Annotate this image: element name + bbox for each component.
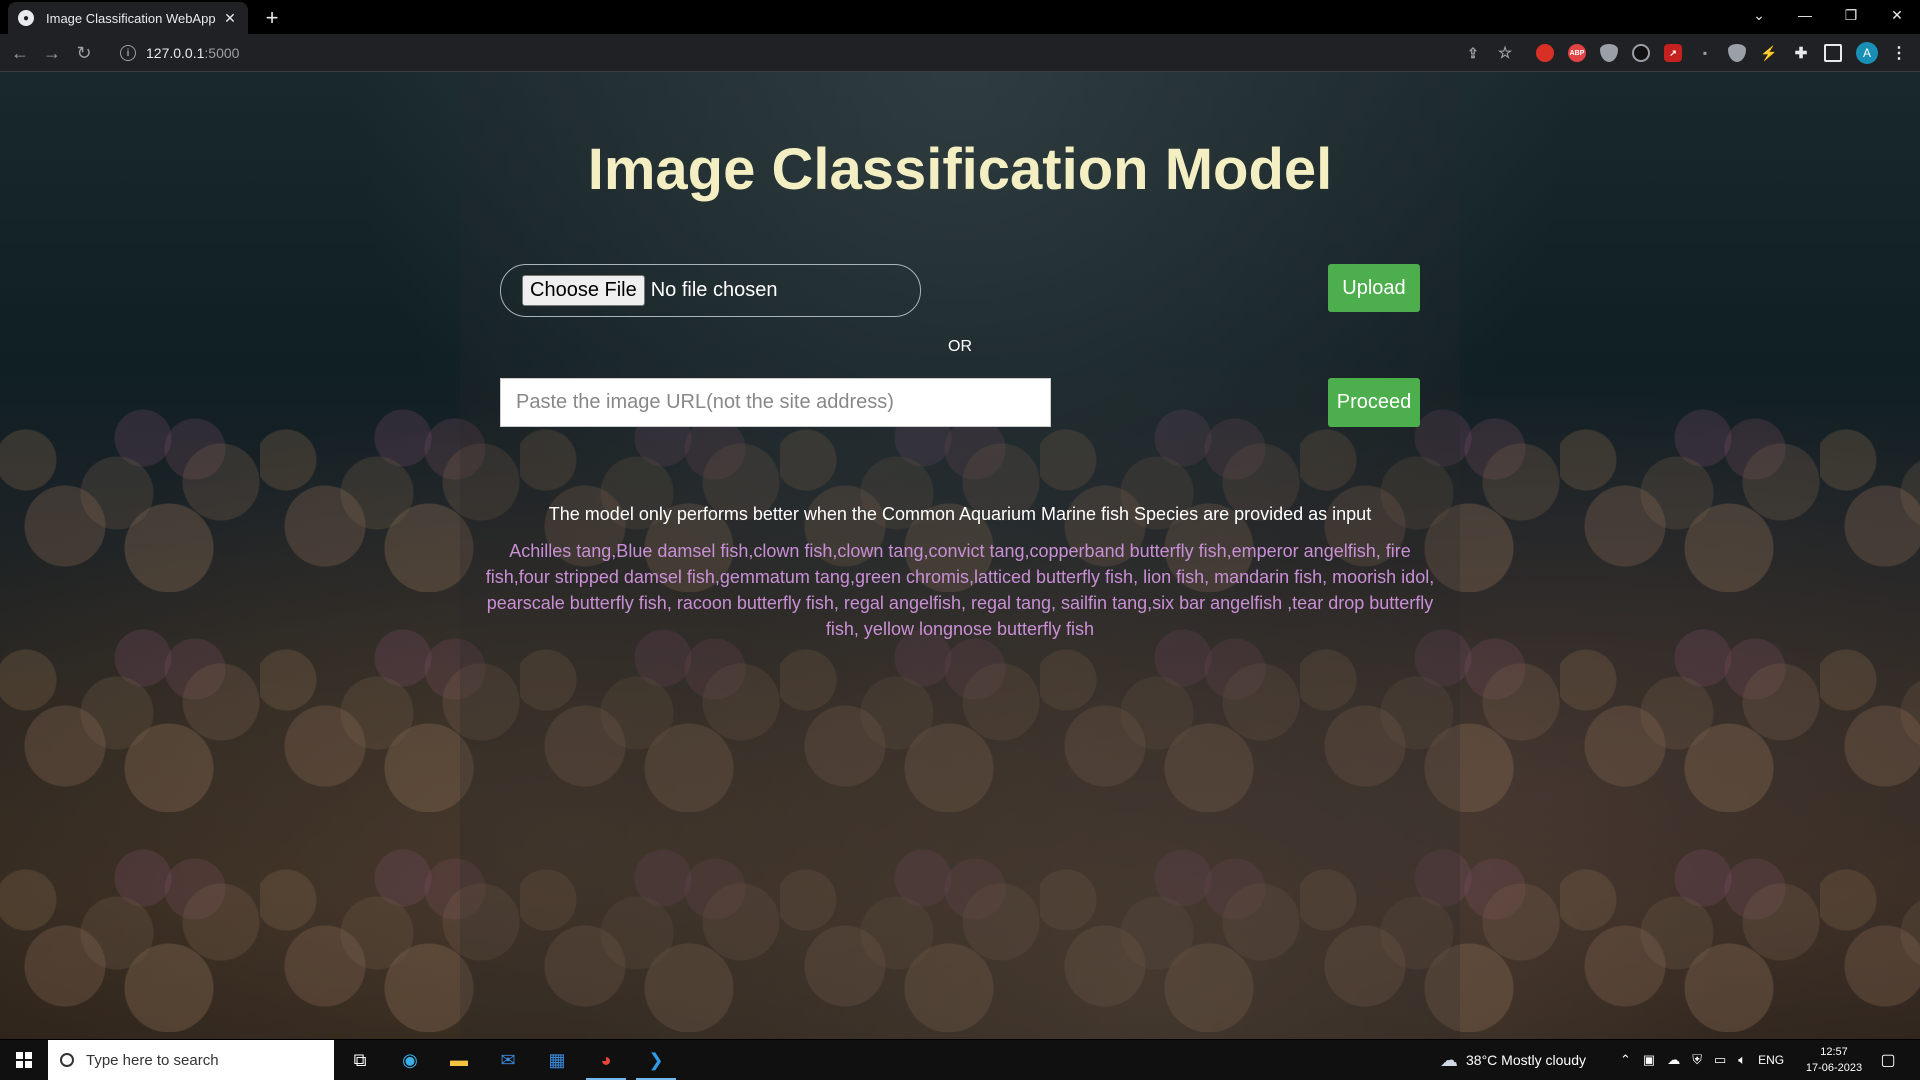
- clock-time: 12:57: [1820, 1046, 1848, 1058]
- or-separator: OR: [948, 338, 972, 355]
- forward-icon[interactable]: →: [38, 39, 66, 67]
- profile-avatar[interactable]: A: [1856, 42, 1878, 64]
- back-icon[interactable]: ←: [6, 39, 34, 67]
- notifications-icon[interactable]: ▢: [1874, 1046, 1902, 1074]
- file-input[interactable]: Choose File No file chosen: [500, 264, 921, 317]
- share-icon[interactable]: ⇪: [1464, 44, 1482, 62]
- url-port: :5000: [204, 45, 240, 61]
- species-list: Achilles tang,Blue damsel fish,clown fis…: [485, 541, 1435, 639]
- extension-red-icon[interactable]: [1536, 44, 1554, 62]
- store-icon[interactable]: ▦: [543, 1046, 571, 1074]
- shield-extension-icon[interactable]: [1600, 44, 1618, 62]
- vscode-icon[interactable]: ❯: [642, 1046, 670, 1074]
- taskbar-search[interactable]: Type here to search: [48, 1040, 334, 1080]
- choose-file-button[interactable]: Choose File: [522, 275, 645, 306]
- system-tray: ⌃ ▣ ☁ ⛨ ▭ 🔈︎ ENG: [1620, 1040, 1784, 1080]
- show-hidden-icons-icon[interactable]: ⌃: [1620, 1052, 1631, 1068]
- file-explorer-icon[interactable]: ▬: [445, 1046, 473, 1074]
- meet-now-icon[interactable]: ▣: [1643, 1052, 1655, 1068]
- browser-tab[interactable]: ● Image Classification WebApp ✕: [8, 2, 248, 34]
- clock-date: 17-06-2023: [1805, 1062, 1863, 1074]
- network-icon[interactable]: ▭: [1714, 1052, 1726, 1068]
- browser-toolbar: ← → ↻ i 127.0.0.1:5000 ⇪ ☆ ABP ↗ ▪ ⚡ ✚ A…: [0, 34, 1920, 72]
- close-window-icon[interactable]: ✕: [1874, 0, 1920, 30]
- file-status: No file chosen: [650, 279, 778, 301]
- page-background: Image Classification Model Choose File N…: [0, 72, 1920, 1039]
- volume-icon[interactable]: 🔈︎: [1738, 1052, 1746, 1068]
- privacy-extension-icon[interactable]: [1632, 44, 1650, 62]
- taskbar: Type here to search ⧉ ◉ ▬ ✉ ▦ ◕ ❯ ☁ 38°C…: [0, 1040, 1920, 1080]
- tab-search-icon[interactable]: ⌄: [1736, 0, 1782, 30]
- page-title: Image Classification Model: [587, 137, 1333, 202]
- tab-title: Image Classification WebApp: [46, 10, 216, 26]
- pdf-extension-icon[interactable]: ↗: [1664, 44, 1682, 62]
- extension-grey-icon[interactable]: ▪: [1696, 44, 1714, 62]
- reload-icon[interactable]: ↻: [70, 39, 98, 67]
- clock[interactable]: 12:57 17-06-2023: [1800, 1044, 1868, 1076]
- restore-icon[interactable]: ❐: [1828, 0, 1874, 30]
- edge-icon[interactable]: ◉: [396, 1046, 424, 1074]
- start-button[interactable]: [0, 1040, 48, 1080]
- search-placeholder: Type here to search: [86, 1051, 219, 1069]
- model-note: The model only performs better when the …: [548, 504, 1372, 524]
- vpn-extension-icon[interactable]: [1728, 44, 1746, 62]
- upload-button[interactable]: Upload: [1328, 264, 1420, 312]
- speed-extension-icon[interactable]: ⚡: [1760, 44, 1778, 62]
- windows-logo-icon: [16, 1052, 32, 1068]
- new-tab-button[interactable]: +: [258, 4, 286, 32]
- security-icon[interactable]: ⛨: [1692, 1052, 1702, 1068]
- bookmark-star-icon[interactable]: ☆: [1496, 44, 1514, 62]
- address-bar[interactable]: i 127.0.0.1:5000: [108, 38, 1508, 68]
- minimize-icon[interactable]: —: [1782, 0, 1828, 30]
- side-panel-icon[interactable]: [1824, 44, 1842, 62]
- extensions-puzzle-icon[interactable]: ✚: [1792, 44, 1810, 62]
- browser-tab-bar: ● Image Classification WebApp ✕ + ⌄ — ❐ …: [0, 0, 1920, 34]
- task-view-icon[interactable]: ⧉: [346, 1046, 374, 1074]
- weather-widget[interactable]: ☁ 38°C Mostly cloudy: [1440, 1040, 1586, 1080]
- search-icon: [60, 1053, 74, 1067]
- site-info-icon[interactable]: i: [120, 45, 136, 61]
- adblock-icon[interactable]: ABP: [1568, 44, 1586, 62]
- globe-icon: ●: [18, 10, 34, 26]
- mail-icon[interactable]: ✉: [494, 1046, 522, 1074]
- url-host: 127.0.0.1: [146, 45, 205, 61]
- cloud-icon: ☁: [1440, 1049, 1458, 1070]
- onedrive-icon[interactable]: ☁: [1667, 1052, 1680, 1068]
- menu-kebab-icon[interactable]: ⋮: [1890, 44, 1908, 62]
- language-indicator[interactable]: ENG: [1758, 1053, 1784, 1067]
- image-url-input[interactable]: [500, 378, 1051, 427]
- proceed-button[interactable]: Proceed: [1328, 378, 1420, 427]
- chrome-icon[interactable]: ◕: [592, 1046, 620, 1074]
- weather-text: 38°C Mostly cloudy: [1466, 1052, 1586, 1068]
- close-tab-icon[interactable]: ✕: [222, 10, 238, 27]
